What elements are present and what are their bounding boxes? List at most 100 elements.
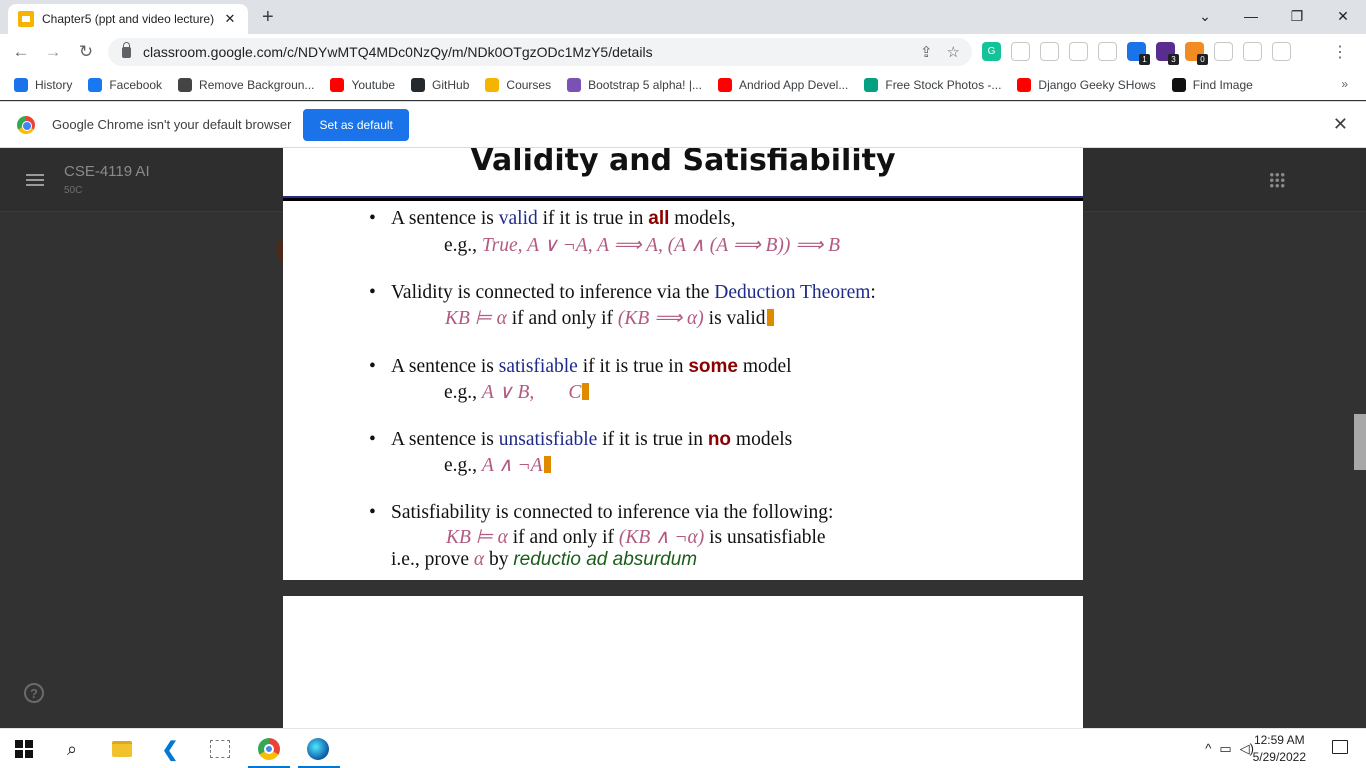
eyedropper-icon[interactable] <box>1040 42 1059 61</box>
chrome-menu-icon[interactable]: ⋮ <box>1332 42 1348 62</box>
date: 5/29/2022 <box>1252 750 1306 764</box>
google-apps-icon[interactable] <box>1269 172 1285 188</box>
edge-icon[interactable] <box>306 737 330 761</box>
share-icon[interactable]: ⇪ <box>920 43 933 61</box>
orange-icon[interactable]: 0 <box>1185 42 1208 65</box>
bookmark-item[interactable]: History <box>14 78 72 92</box>
bookmark-label: Remove Backgroun... <box>199 78 315 92</box>
bookmark-label: GitHub <box>432 78 470 92</box>
emphasis-all: all <box>648 208 670 229</box>
back-button[interactable]: ← <box>10 41 32 63</box>
forward-button[interactable]: → <box>42 41 64 63</box>
sidepanel-icon[interactable] <box>1243 42 1262 61</box>
classroom-favicon-icon <box>18 11 34 27</box>
bookmark-item[interactable]: Youtube <box>330 78 395 92</box>
minimize-button[interactable]: — <box>1228 0 1274 32</box>
course-name[interactable]: CSE-4119 AI <box>64 163 150 180</box>
math-expression: (KB ∧ ¬α) <box>618 527 705 548</box>
tab-title: Chapter5 (ppt and video lecture) <box>42 12 215 26</box>
figure-icon[interactable]: 1 <box>1127 42 1150 65</box>
reload-button[interactable]: ↻ <box>75 41 97 63</box>
keyword-valid: valid <box>498 208 538 229</box>
bookmark-item[interactable]: GitHub <box>411 78 469 92</box>
keyword-unsatisfiable: unsatisfiable <box>498 429 598 450</box>
new-tab-button[interactable]: + <box>262 6 274 29</box>
text: A sentence is <box>391 429 499 450</box>
bookmark-item[interactable]: Find Image <box>1171 78 1253 92</box>
extension-badge: 1 <box>1139 54 1150 65</box>
browser-toolbar: ← → ↻ classroom.google.com/c/NDYwMTQ4MDc… <box>0 34 1366 70</box>
help-icon[interactable]: ? <box>24 683 44 703</box>
eg-label: e.g., <box>444 455 482 476</box>
layers-icon <box>178 78 193 92</box>
vscode-icon[interactable]: ❮ <box>158 737 182 761</box>
bookmark-item[interactable]: Django Geeky SHows <box>1017 78 1156 92</box>
bookmark-label: History <box>35 78 73 92</box>
window-icon[interactable] <box>1098 42 1117 61</box>
set-default-button[interactable]: Set as default <box>303 108 409 141</box>
chrome-logo-icon <box>17 115 35 134</box>
puzzle-icon[interactable] <box>1214 42 1233 61</box>
bookmark-item[interactable]: Free Stock Photos -... <box>864 78 1001 92</box>
text: models, <box>669 208 736 229</box>
file-explorer-icon[interactable] <box>110 737 134 761</box>
math-expression: True, A ∨ ¬A, A ⟹ A, (A ∧ (A ⟹ B)) ⟹ B <box>481 235 841 256</box>
bullet-dot: • <box>369 502 376 523</box>
notification-icon[interactable] <box>1332 740 1348 754</box>
clock[interactable]: 12:59 AM 5/29/2022 <box>1253 732 1306 766</box>
text: if it is true in <box>597 429 708 450</box>
text: models <box>731 429 793 450</box>
annotation-cursor <box>543 456 551 473</box>
windows-start-icon[interactable] <box>12 737 36 761</box>
text: by <box>484 549 514 570</box>
scrollbar-thumb[interactable] <box>1354 414 1366 470</box>
bookmarks-overflow-icon[interactable]: » <box>1341 77 1348 91</box>
bookmark-item[interactable]: Bootstrap 5 alpha! |... <box>567 78 702 92</box>
tab-search-icon[interactable]: ⌄ <box>1182 0 1228 32</box>
bookmark-label: Courses <box>506 78 552 92</box>
profile-icon[interactable] <box>1272 42 1291 61</box>
tray-overflow-icon[interactable]: ^ <box>1205 741 1211 757</box>
runner-icon[interactable] <box>1011 42 1030 61</box>
bookmark-item[interactable]: Facebook <box>88 78 162 92</box>
bookmark-label: Andriod App Devel... <box>738 78 849 92</box>
facebook-icon <box>88 78 103 92</box>
math-symbol: α <box>473 549 485 570</box>
extensions-bar: G 1 3 0 <box>982 42 1291 65</box>
cube-icon[interactable]: 3 <box>1156 42 1179 65</box>
restore-button[interactable]: ❐ <box>1274 0 1320 32</box>
text: : <box>870 282 876 303</box>
chrome-taskbar-icon[interactable] <box>257 737 281 761</box>
extension-label: G <box>987 46 996 57</box>
bookmark-item[interactable]: Courses <box>485 78 551 92</box>
tab-close-icon[interactable]: ✕ <box>222 11 238 27</box>
app-icon[interactable] <box>208 737 232 761</box>
math-expression: KB ⊨ α <box>445 308 507 329</box>
bug-icon[interactable] <box>1069 42 1088 61</box>
time: 12:59 AM <box>1253 733 1305 747</box>
text: if and only if <box>506 308 618 329</box>
address-bar[interactable]: classroom.google.com/c/NDYwMTQ4MDc0NzQy/… <box>108 38 972 66</box>
example-valid: e.g., True, A ∨ ¬A, A ⟹ A, (A ∧ (A ⟹ B))… <box>444 233 840 257</box>
bookmark-item[interactable]: Andriod App Devel... <box>717 78 849 92</box>
stock-icon <box>864 78 879 92</box>
network-icon[interactable]: ▭ <box>1219 741 1231 757</box>
text: i.e., prove <box>391 549 474 570</box>
window-close-button[interactable]: ✕ <box>1320 0 1366 32</box>
bootstrap-icon <box>567 78 582 92</box>
find-image-icon <box>1171 78 1186 92</box>
math-expression: (KB ⟹ α) <box>617 308 704 329</box>
bookmark-star-icon[interactable]: ☆ <box>947 43 960 61</box>
infobar-close-icon[interactable]: ✕ <box>1333 114 1348 135</box>
math-expression: A ∨ B, C <box>481 382 582 403</box>
text: Validity is connected to inference via t… <box>391 282 715 303</box>
main-menu-icon[interactable] <box>26 174 44 186</box>
lock-icon <box>122 41 131 58</box>
search-icon[interactable]: ⌕ <box>60 737 84 761</box>
browser-tab[interactable]: Chapter5 (ppt and video lecture) ✕ <box>8 4 248 34</box>
grammarly-icon[interactable]: G <box>982 42 1001 61</box>
slide-title: Validity and Satisfiability <box>470 148 896 178</box>
history-icon <box>14 78 28 92</box>
bookmark-item[interactable]: Remove Backgroun... <box>178 78 314 92</box>
text: A sentence is <box>391 208 499 229</box>
